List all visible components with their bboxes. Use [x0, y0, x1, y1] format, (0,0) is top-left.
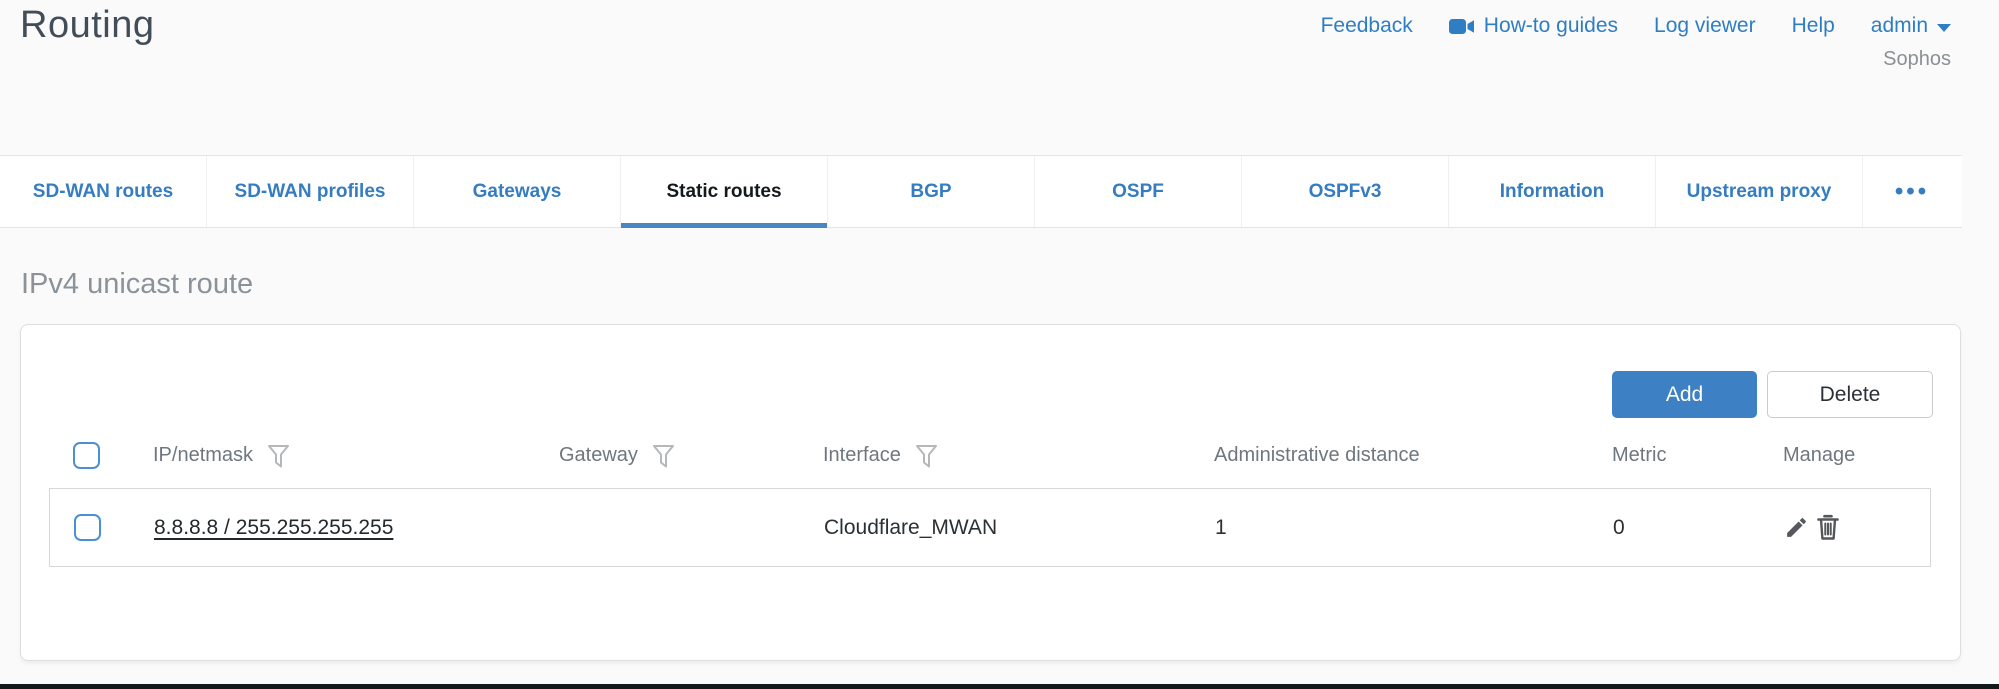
top-nav: Feedback How-to guides Log viewer Help a…: [1321, 14, 1951, 38]
filter-icon[interactable]: [915, 441, 938, 470]
col-admin-distance: Administrative distance: [1214, 444, 1420, 467]
user-menu[interactable]: admin: [1871, 14, 1951, 38]
tab-gateways[interactable]: Gateways: [414, 156, 621, 227]
row-checkbox[interactable]: [74, 514, 101, 541]
filter-icon[interactable]: [267, 441, 290, 470]
user-menu-label: admin: [1871, 14, 1928, 38]
tab-sdwan-routes[interactable]: SD-WAN routes: [0, 156, 207, 227]
tab-bar: SD-WAN routes SD-WAN profiles Gateways S…: [0, 155, 1962, 228]
row-metric: 0: [1613, 516, 1784, 540]
delete-trash-icon[interactable]: [1816, 514, 1840, 541]
chevron-down-icon: [1937, 24, 1951, 32]
row-interface: Cloudflare_MWAN: [824, 516, 1215, 540]
table-header: IP/netmask Gateway Interface: [49, 423, 1931, 487]
panel-actions: Add Delete: [1612, 371, 1933, 418]
video-camera-icon: [1449, 18, 1475, 35]
screen-bottom-edge: [0, 684, 1999, 689]
table-row: 8.8.8.8 / 255.255.255.255 Cloudflare_MWA…: [49, 488, 1931, 567]
how-to-guides-link[interactable]: How-to guides: [1449, 14, 1618, 38]
section-heading: IPv4 unicast route: [21, 268, 253, 301]
how-to-guides-label: How-to guides: [1484, 14, 1618, 38]
col-metric: Metric: [1612, 444, 1666, 467]
add-button[interactable]: Add: [1612, 371, 1757, 418]
log-viewer-label: Log viewer: [1654, 14, 1756, 38]
tab-ospf[interactable]: OSPF: [1035, 156, 1242, 227]
help-label: Help: [1792, 14, 1835, 38]
col-gateway: Gateway: [559, 444, 638, 467]
brand-label: Sophos: [1883, 48, 1951, 71]
tab-upstream-proxy[interactable]: Upstream proxy: [1656, 156, 1863, 227]
tab-overflow-ellipsis-icon[interactable]: •••: [1863, 156, 1961, 227]
row-admin-distance: 1: [1215, 516, 1613, 540]
col-ip-netmask: IP/netmask: [153, 444, 253, 467]
log-viewer-link[interactable]: Log viewer: [1654, 14, 1756, 38]
help-link[interactable]: Help: [1792, 14, 1835, 38]
tab-ospfv3[interactable]: OSPFv3: [1242, 156, 1449, 227]
tab-static-routes[interactable]: Static routes: [621, 156, 828, 227]
route-ip-link[interactable]: 8.8.8.8 / 255.255.255.255: [154, 516, 393, 539]
delete-button[interactable]: Delete: [1767, 371, 1933, 418]
tab-bgp[interactable]: BGP: [828, 156, 1035, 227]
feedback-label: Feedback: [1321, 14, 1413, 38]
page-title: Routing: [20, 4, 154, 47]
select-all-checkbox[interactable]: [73, 442, 100, 469]
edit-pencil-icon[interactable]: [1784, 515, 1809, 540]
col-manage: Manage: [1783, 444, 1855, 467]
filter-icon[interactable]: [652, 441, 675, 470]
tab-information[interactable]: Information: [1449, 156, 1656, 227]
static-routes-panel: Add Delete IP/netmask Gateway Interface: [20, 324, 1961, 661]
col-interface: Interface: [823, 444, 901, 467]
feedback-link[interactable]: Feedback: [1321, 14, 1413, 38]
tab-sdwan-profiles[interactable]: SD-WAN profiles: [207, 156, 414, 227]
